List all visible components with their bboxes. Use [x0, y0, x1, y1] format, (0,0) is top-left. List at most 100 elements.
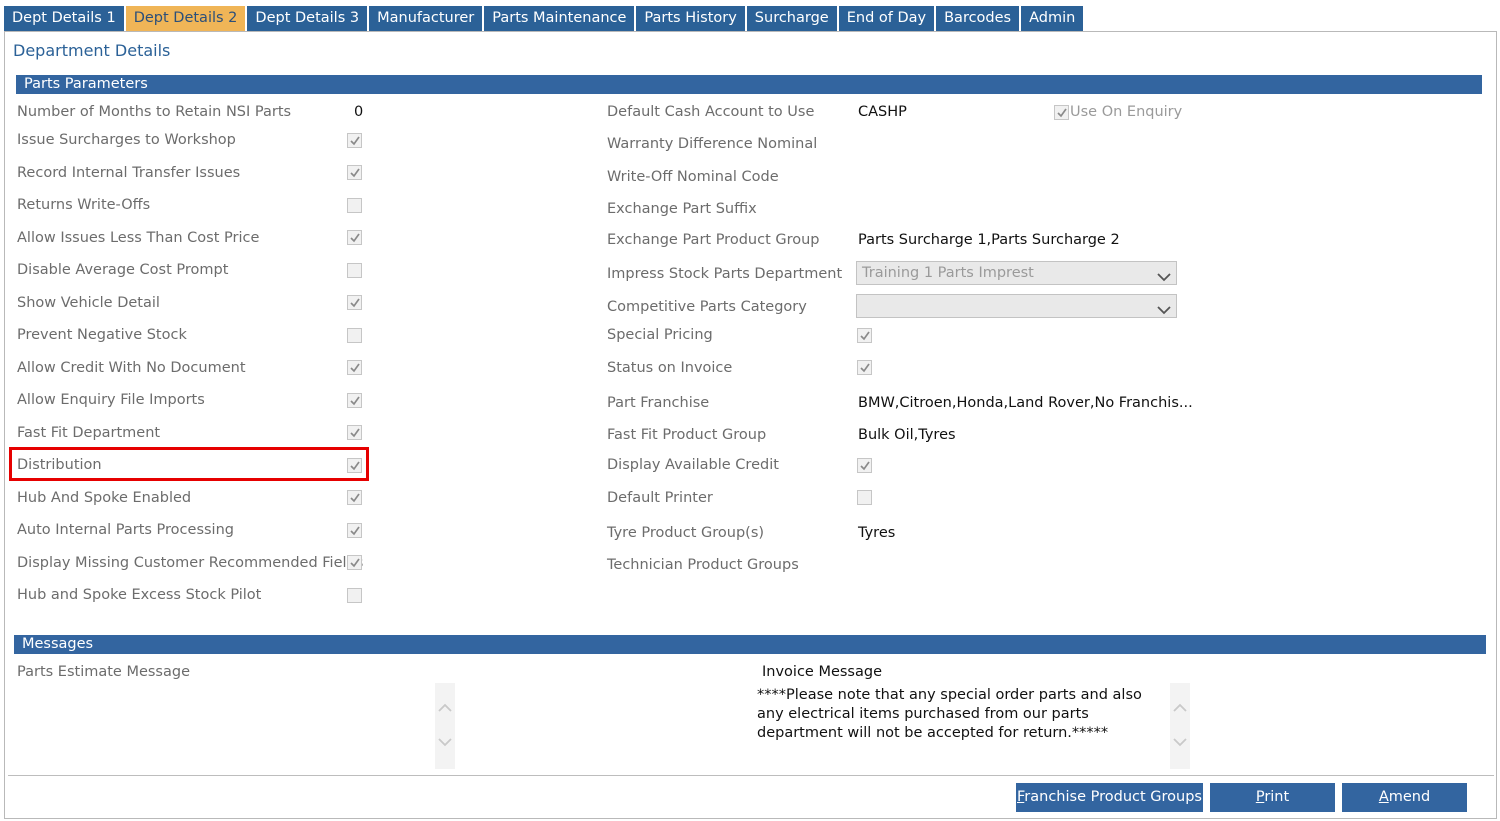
tab-surcharge[interactable]: Surcharge [746, 6, 837, 31]
competitive-parts-category-select[interactable] [856, 294, 1177, 318]
field-label: Fast Fit Product Group [607, 427, 767, 443]
invoice-message-textarea[interactable]: ****Please note that any special order p… [757, 686, 1157, 743]
issue-surcharges-checkbox[interactable] [347, 133, 362, 148]
field-label: Warranty Difference Nominal [607, 136, 818, 152]
checkmark-icon [350, 526, 360, 536]
field-label: Exchange Part Suffix [607, 201, 757, 217]
field-label: Display Missing Customer Recommended Fie… [17, 555, 364, 571]
franchise-product-groups-button[interactable]: Franchise Product Groups [1016, 783, 1203, 812]
checkmark-icon [350, 363, 360, 373]
invoice-message-scrollbar[interactable] [1170, 683, 1190, 769]
tab-dept-details-3[interactable]: Dept Details 3 [247, 6, 368, 31]
tab-parts-history[interactable]: Parts History [636, 6, 745, 31]
disable-average-cost-checkbox[interactable] [347, 263, 362, 278]
field-label: Technician Product Groups [607, 557, 799, 573]
field-label: Returns Write-Offs [17, 197, 151, 213]
scroll-down-icon[interactable] [1173, 735, 1187, 751]
part-franchise-value: BMW,Citroen,Honda,Land Rover,No Franchis… [858, 395, 1193, 411]
scroll-up-icon[interactable] [438, 701, 452, 717]
tab-dept-details-2[interactable]: Dept Details 2 [125, 6, 246, 31]
field-label: Impress Stock Parts Department [607, 266, 843, 282]
prevent-negative-stock-checkbox[interactable] [347, 328, 362, 343]
show-vehicle-detail-checkbox[interactable] [347, 295, 362, 310]
tab-admin[interactable]: Admin [1021, 6, 1084, 31]
field-label: Hub And Spoke Enabled [17, 490, 192, 506]
default-printer-checkbox[interactable] [857, 490, 872, 505]
field-label: Allow Enquiry File Imports [17, 392, 205, 408]
checkmark-icon [860, 461, 870, 471]
field-label: Competitive Parts Category [607, 299, 807, 315]
field-label: Prevent Negative Stock [17, 327, 187, 343]
default-cash-account-value: CASHP [858, 104, 907, 120]
impress-stock-department-value: Training 1 Parts Imprest [862, 265, 1034, 281]
display-missing-fields-checkbox[interactable] [347, 555, 362, 570]
impress-stock-department-select[interactable]: Training 1 Parts Imprest [856, 261, 1177, 285]
tab-barcodes[interactable]: Barcodes [936, 6, 1020, 31]
checkmark-icon [860, 363, 870, 373]
special-pricing-checkbox[interactable] [857, 328, 872, 343]
scroll-down-icon[interactable] [438, 735, 452, 751]
field-label: Allow Issues Less Than Cost Price [17, 230, 260, 246]
checkmark-icon [350, 396, 360, 406]
display-available-credit-checkbox[interactable] [857, 458, 872, 473]
button-label: rint [1264, 789, 1290, 805]
checkmark-icon [350, 558, 360, 568]
auto-internal-parts-checkbox[interactable] [347, 523, 362, 538]
print-button[interactable]: Print [1210, 783, 1335, 812]
fast-fit-product-group-value: Bulk Oil,Tyres [858, 427, 956, 443]
status-on-invoice-checkbox[interactable] [857, 360, 872, 375]
footer-divider [8, 775, 1494, 776]
field-label: Default Cash Account to Use [607, 104, 815, 120]
returns-write-offs-checkbox[interactable] [347, 198, 362, 213]
parts-estimate-scrollbar[interactable] [435, 683, 455, 769]
exchange-part-product-group-value: Parts Surcharge 1,Parts Surcharge 2 [858, 232, 1120, 248]
tab-end-of-day[interactable]: End of Day [838, 6, 935, 31]
field-label: Allow Credit With No Document [17, 360, 246, 376]
distribution-highlight-box [9, 447, 369, 481]
checkmark-icon [1057, 108, 1067, 118]
tyre-product-group-value: Tyres [858, 525, 896, 541]
scroll-up-icon[interactable] [1173, 701, 1187, 717]
field-label: Status on Invoice [607, 360, 733, 376]
allow-credit-no-document-checkbox[interactable] [347, 360, 362, 375]
field-label: Auto Internal Parts Processing [17, 522, 234, 538]
tab-parts-maintenance[interactable]: Parts Maintenance [484, 6, 635, 31]
tab-manufacturer[interactable]: Manufacturer [369, 6, 483, 31]
allow-enquiry-file-imports-checkbox[interactable] [347, 393, 362, 408]
tab-bar: Dept Details 1 Dept Details 2 Dept Detai… [4, 6, 1085, 32]
field-label: Part Franchise [607, 395, 710, 411]
checkmark-icon [350, 168, 360, 178]
allow-issues-less-cost-checkbox[interactable] [347, 230, 362, 245]
tab-dept-details-1[interactable]: Dept Details 1 [4, 6, 124, 31]
checkmark-icon [350, 233, 360, 243]
field-label: Number of Months to Retain NSI Parts [17, 104, 292, 120]
field-label: Exchange Part Product Group [607, 232, 820, 248]
checkmark-icon [350, 136, 360, 146]
field-label: Disable Average Cost Prompt [17, 262, 229, 278]
hub-spoke-excess-checkbox[interactable] [347, 588, 362, 603]
checkmark-icon [350, 298, 360, 308]
field-label: Hub and Spoke Excess Stock Pilot [17, 587, 262, 603]
page-title: Department Details [13, 41, 171, 60]
parts-estimate-textarea[interactable] [17, 686, 427, 768]
invoice-message-label: Invoice Message [762, 664, 883, 680]
field-label: Issue Surcharges to Workshop [17, 132, 236, 148]
amend-button[interactable]: Amend [1342, 783, 1467, 812]
messages-header: Messages [14, 635, 1486, 654]
fast-fit-department-checkbox[interactable] [347, 425, 362, 440]
parts-parameters-header: Parts Parameters [16, 75, 1482, 94]
hub-and-spoke-checkbox[interactable] [347, 490, 362, 505]
use-on-enquiry-label: Use On Enquiry [1070, 104, 1183, 120]
field-label: Display Available Credit [607, 457, 779, 473]
checkmark-icon [860, 331, 870, 341]
months-retain-nsi-value: 0 [354, 104, 364, 120]
use-on-enquiry-checkbox[interactable] [1054, 105, 1069, 120]
field-label: Tyre Product Group(s) [607, 525, 765, 541]
field-label: Record Internal Transfer Issues [17, 165, 241, 181]
field-label: Show Vehicle Detail [17, 295, 160, 311]
chevron-down-icon [1157, 300, 1171, 322]
button-label: mend [1388, 789, 1431, 805]
record-internal-transfer-checkbox[interactable] [347, 165, 362, 180]
parts-estimate-label: Parts Estimate Message [17, 664, 190, 680]
button-accesskey: A [1378, 789, 1389, 805]
